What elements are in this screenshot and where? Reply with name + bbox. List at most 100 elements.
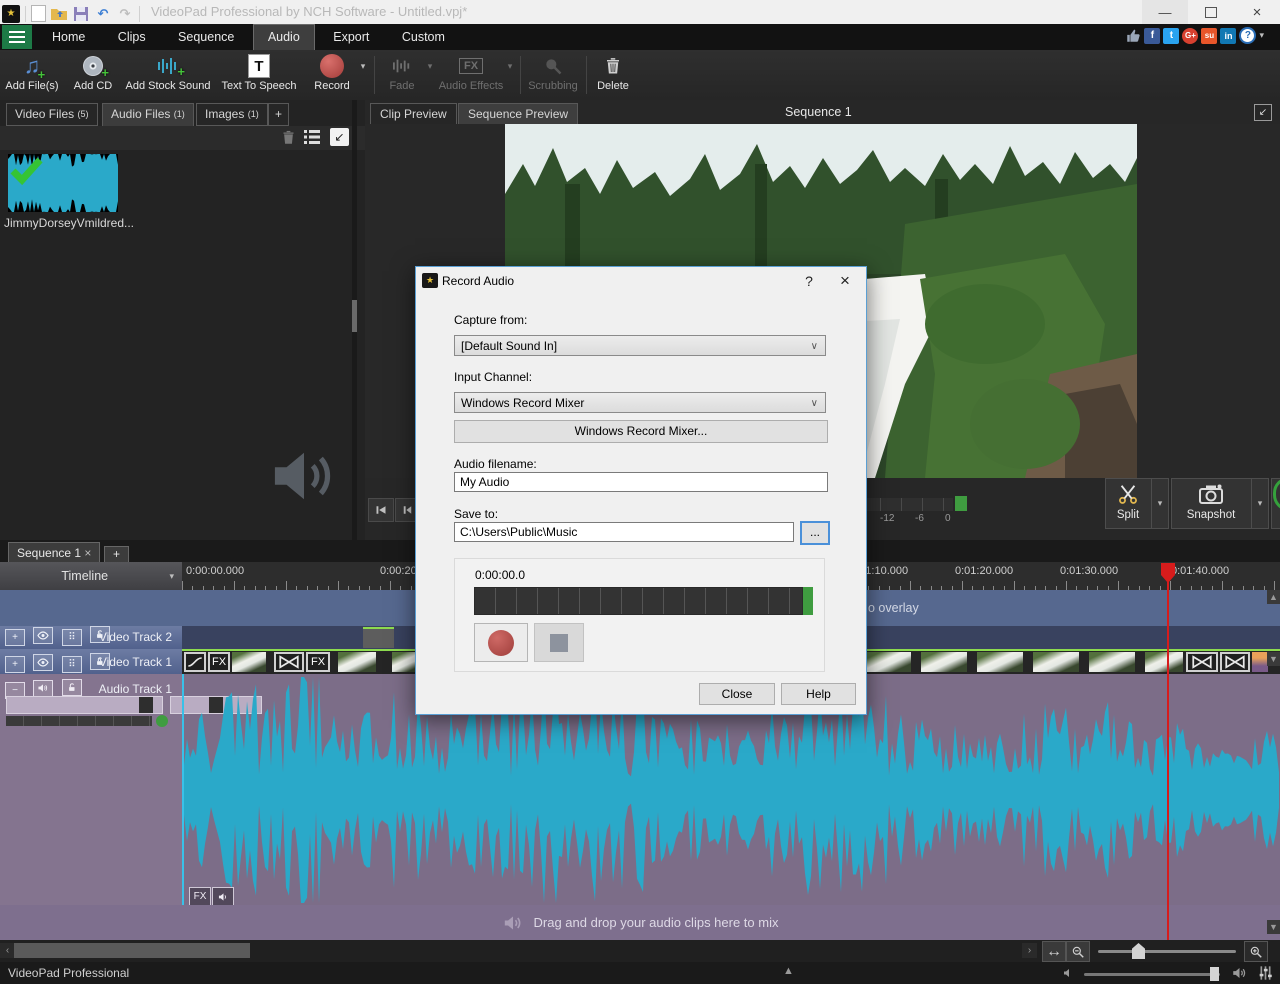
playhead-line[interactable]	[1167, 582, 1169, 940]
maximize-button[interactable]	[1188, 0, 1234, 24]
crossfade-transition-icon[interactable]	[274, 652, 304, 672]
timeline-zoom-handle[interactable]	[1132, 943, 1145, 959]
tab-custom[interactable]: Custom	[388, 24, 459, 50]
record-stop-button[interactable]	[534, 623, 584, 662]
tab-export[interactable]: Export	[319, 24, 383, 50]
track-volume-slider[interactable]	[6, 696, 163, 714]
go-to-start-button[interactable]	[368, 498, 394, 522]
detach-preview-icon[interactable]: ↙	[1254, 104, 1272, 121]
tab-sequence[interactable]: Sequence	[164, 24, 248, 50]
playback-volume-handle[interactable]	[1210, 967, 1219, 981]
close-button[interactable]: ×	[1234, 0, 1280, 24]
audio-filename-input[interactable]	[454, 472, 828, 492]
input-channel-select[interactable]: Windows Record Mixer∨	[454, 392, 826, 413]
video-clip-thumbnail[interactable]	[865, 652, 911, 672]
text-to-speech-button[interactable]: T Text To Speech	[216, 52, 302, 98]
bin-delete-icon[interactable]	[281, 129, 296, 146]
audio-mixer-icon[interactable]	[1258, 965, 1273, 981]
add-files-button[interactable]: ♫+ Add File(s)	[2, 52, 62, 98]
tracks-scroll-up-icon[interactable]: ▲	[1267, 590, 1280, 604]
fade-button[interactable]: Fade	[378, 52, 426, 98]
expand-panel-icon[interactable]: ▲	[783, 965, 794, 977]
help-icon[interactable]: ?	[1239, 27, 1256, 44]
video-clip-thumbnail[interactable]	[921, 652, 967, 672]
split-button[interactable]: Split ▾	[1105, 478, 1169, 529]
video-clip-thumbnail[interactable]	[1033, 652, 1079, 672]
audio-mix-dropzone[interactable]: Drag and drop your audio clips here to m…	[0, 905, 1280, 940]
audio-scroll-down-icon[interactable]: ▼	[1267, 920, 1280, 934]
fade-in-icon[interactable]	[184, 652, 206, 672]
save-icon[interactable]	[72, 5, 90, 23]
fit-timeline-icon[interactable]: ↔	[1042, 941, 1066, 962]
dialog-title-bar[interactable]: ★ Record Audio ? ×	[416, 267, 866, 295]
track-mute-icon[interactable]	[33, 680, 53, 697]
main-menu-button[interactable]	[2, 25, 32, 49]
audio-clip-name[interactable]: JimmyDorseyVmildred...	[4, 216, 134, 230]
record-button[interactable]: Record	[306, 52, 358, 98]
track-lock-icon[interactable]	[62, 679, 82, 696]
track-visibility-icon[interactable]	[33, 627, 53, 644]
zoom-out-icon[interactable]	[1066, 941, 1090, 962]
list-view-icon[interactable]	[303, 129, 321, 145]
add-stock-sound-button[interactable]: + Add Stock Sound	[122, 52, 214, 98]
tab-home[interactable]: Home	[38, 24, 99, 50]
twitter-icon[interactable]: t	[1163, 28, 1179, 44]
timeline-mode-selector[interactable]: Timeline ▾	[0, 562, 182, 590]
googleplus-icon[interactable]: G+	[1182, 28, 1198, 44]
crossfade-transition-icon[interactable]	[1220, 652, 1250, 672]
camera-360-button[interactable]: 360	[1271, 478, 1280, 529]
video-clip-thumbnail[interactable]	[338, 652, 376, 672]
undo-icon[interactable]: ↶	[94, 5, 112, 23]
audio-effects-dropdown[interactable]: ▾	[504, 52, 516, 98]
add-cd-button[interactable]: + Add CD	[66, 52, 120, 98]
tab-audio[interactable]: Audio	[253, 24, 315, 51]
video-clip-thumbnail[interactable]	[232, 652, 266, 672]
linkedin-icon[interactable]: in	[1220, 28, 1236, 44]
close-sequence-icon[interactable]: ×	[84, 546, 91, 560]
track-clips-icon[interactable]: ⠿	[62, 629, 82, 646]
sequence-tab[interactable]: Sequence 1 ×	[8, 542, 100, 563]
zoom-in-icon[interactable]	[1244, 941, 1268, 962]
audio-effects-button[interactable]: FX Audio Effects	[438, 52, 504, 98]
record-start-button[interactable]	[474, 623, 528, 662]
snapshot-dropdown[interactable]: ▾	[1251, 479, 1268, 528]
add-sequence-button[interactable]: +	[104, 546, 129, 563]
open-project-icon[interactable]	[50, 5, 68, 23]
stumbleupon-icon[interactable]: su	[1201, 28, 1217, 44]
clip-fx-badge[interactable]: FX	[189, 887, 211, 906]
save-to-input[interactable]	[454, 522, 794, 542]
delete-button[interactable]: Delete	[590, 52, 636, 98]
windows-record-mixer-button[interactable]: Windows Record Mixer...	[454, 420, 828, 443]
clip-fx-badge[interactable]: FX	[306, 652, 330, 672]
scroll-right-icon[interactable]: ›	[1022, 943, 1037, 958]
video-clip-thumbnail[interactable]	[1089, 652, 1135, 672]
new-project-icon[interactable]	[31, 5, 46, 22]
dialog-close-button[interactable]: Close	[699, 683, 775, 705]
facebook-icon[interactable]: f	[1144, 28, 1160, 44]
minimize-button[interactable]: —	[1142, 0, 1188, 24]
browse-button[interactable]: ...	[800, 521, 830, 545]
volume-max-icon[interactable]	[1232, 966, 1247, 980]
tab-images[interactable]: Images (1)	[196, 103, 268, 126]
scrubbing-button[interactable]: Scrubbing	[524, 52, 582, 98]
tab-clips[interactable]: Clips	[104, 24, 160, 50]
previous-frame-button[interactable]	[395, 498, 417, 522]
like-icon[interactable]	[1126, 28, 1141, 43]
capture-from-select[interactable]: [Default Sound In]∨	[454, 335, 826, 356]
tracks-scroll-down-icon[interactable]: ▼	[1267, 652, 1280, 666]
tab-clip-preview[interactable]: Clip Preview	[370, 103, 457, 126]
dialog-help-button2[interactable]: Help	[781, 683, 856, 705]
video-clip-thumbnail[interactable]	[1252, 652, 1268, 672]
tab-audio-files[interactable]: Audio Files (1)	[102, 103, 194, 128]
add-bin-tab-button[interactable]: +	[268, 103, 289, 126]
snapshot-button[interactable]: Snapshot ▾	[1171, 478, 1269, 529]
add-track-icon[interactable]: +	[5, 629, 25, 646]
record-dropdown[interactable]: ▾	[356, 52, 370, 98]
scroll-left-icon[interactable]: ‹	[0, 943, 15, 958]
video-clip-thumbnail[interactable]	[977, 652, 1023, 672]
split-dropdown[interactable]: ▾	[1151, 479, 1168, 528]
panel-splitter-handle[interactable]	[352, 300, 357, 332]
audio-clip-thumbnail[interactable]	[8, 154, 118, 212]
dialog-close-icon[interactable]: ×	[828, 267, 862, 295]
dialog-help-button[interactable]: ?	[792, 267, 826, 295]
